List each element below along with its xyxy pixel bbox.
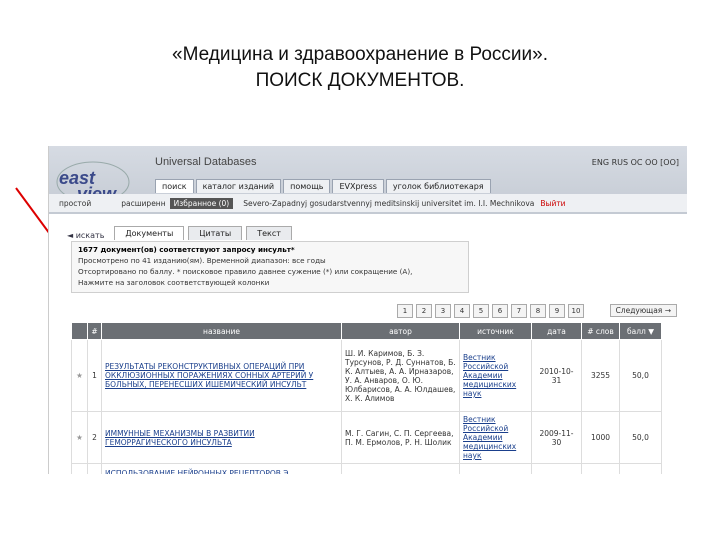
- column-header[interactable]: балл ▼: [619, 322, 662, 340]
- nav-tab[interactable]: поиск: [155, 179, 194, 193]
- nav-tab[interactable]: EVXpress: [332, 179, 384, 193]
- app-screenshot: east view Universal Databases ENG RUS ОС…: [48, 146, 687, 474]
- page-number-button[interactable]: 3: [435, 304, 451, 318]
- page-number-button[interactable]: 6: [492, 304, 508, 318]
- app-header: east view Universal Databases ENG RUS ОС…: [49, 146, 687, 214]
- document-title-link[interactable]: ИСПОЛЬЗОВАНИЕ НЕЙРОННЫХ РЕЦЕПТОРОВ Э: [101, 463, 342, 474]
- column-header[interactable]: дата: [531, 322, 582, 340]
- language-switcher[interactable]: ENG RUS ОС ОО [ОО]: [592, 158, 679, 167]
- sub-toolbar: простой расширенн Избранное (0) Severo-Z…: [49, 194, 687, 212]
- organization-name: Severo-Zapadnyj gosudarstvennyj meditsin…: [243, 198, 535, 208]
- page-number-button[interactable]: 4: [454, 304, 470, 318]
- page-number-button[interactable]: 8: [530, 304, 546, 318]
- page-number-button[interactable]: 7: [511, 304, 527, 318]
- tab-documents[interactable]: Документы: [114, 226, 185, 240]
- score-cell: 50,0: [619, 411, 662, 464]
- source-link[interactable]: Вестник Российской Академии медицинских …: [459, 411, 532, 464]
- document-title-link[interactable]: ИММУННЫЕ МЕХАНИЗМЫ В РАЗВИТИИ ГЕМОРРАГИЧ…: [101, 411, 342, 464]
- exit-link[interactable]: Выйти: [540, 199, 565, 208]
- star-icon[interactable]: ★: [71, 411, 88, 464]
- score-cell: 50,0: [619, 339, 662, 412]
- results-summary: 1677 документ(ов) соответствуют запросу …: [71, 241, 469, 293]
- column-header[interactable]: автор: [341, 322, 460, 340]
- back-to-search-link[interactable]: ◄ искать: [67, 231, 104, 240]
- tab-citations[interactable]: Цитаты: [188, 226, 243, 240]
- row-number: [87, 463, 102, 474]
- date-cell: 2009-11-30: [531, 411, 582, 464]
- results-count: 1677 документ(ов) соответствуют запросу …: [78, 245, 295, 254]
- column-header[interactable]: источник: [459, 322, 532, 340]
- word-count-cell: [581, 463, 620, 474]
- next-page-button[interactable]: Следующая →: [609, 304, 677, 317]
- table-row: ★ 2 ИММУННЫЕ МЕХАНИЗМЫ В РАЗВИТИИ ГЕМОРРАГ…: [71, 411, 662, 464]
- nav-tab[interactable]: каталог изданий: [195, 179, 282, 193]
- row-number: 2: [87, 411, 102, 464]
- nav-tab[interactable]: уголок библиотекаря: [385, 179, 491, 193]
- page-number-button[interactable]: 5: [473, 304, 489, 318]
- score-cell: [619, 463, 662, 474]
- nav-tab[interactable]: помощь: [283, 179, 331, 193]
- main-nav: поиск каталог изданий помощь EVXpress уголок…: [155, 179, 491, 193]
- pagination: 1 2 3 4 5 6 7 8 9 10: [397, 304, 584, 318]
- row-number: 1: [87, 339, 102, 412]
- simple-search-link[interactable]: простой: [59, 199, 91, 208]
- favorites-button[interactable]: Избранное (0): [169, 197, 234, 209]
- results-hint: Нажмите на заголовок соответствующей кол…: [78, 278, 270, 287]
- table-row: ★ 1 РЕЗУЛЬТАТЫ РЕКОНСТРУКТИВНЫХ ОПЕРАЦИЙ П…: [71, 339, 662, 412]
- tab-text[interactable]: Текст: [246, 226, 292, 240]
- page-number-button[interactable]: 2: [416, 304, 432, 318]
- results-sort-note: Отсортировано по баллу. * поисковое прав…: [78, 267, 413, 276]
- star-icon[interactable]: ★: [71, 339, 88, 412]
- date-cell: 2010-10-31: [531, 339, 582, 412]
- word-count-cell: 1000: [581, 411, 620, 464]
- column-header[interactable]: [71, 322, 88, 340]
- page-number-button[interactable]: 10: [568, 304, 584, 318]
- table-row: ИСПОЛЬЗОВАНИЕ НЕЙРОННЫХ РЕЦЕПТОРОВ Э: [71, 463, 662, 474]
- column-header[interactable]: # слов: [581, 322, 620, 340]
- page-number-button[interactable]: 1: [397, 304, 413, 318]
- results-table: # название автор источник дата # слов балл ▼ ★…: [71, 322, 662, 474]
- author-cell: Ш. И. Каримов, Б. З. Турсунов, Р. Д. Сун…: [341, 339, 460, 412]
- document-title-link[interactable]: РЕЗУЛЬТАТЫ РЕКОНСТРУКТИВНЫХ ОПЕРАЦИЙ ПРИ…: [101, 339, 342, 412]
- author-cell: М. Г. Сагин, С. П. Сергеева, П. М. Ермол…: [341, 411, 460, 464]
- author-cell: [341, 463, 460, 474]
- results-scope: Просмотрено по 41 изданию(ям). Временной…: [78, 256, 326, 265]
- results-tabs: ◄ искать Документы Цитаты Текст: [67, 226, 292, 240]
- app-brand: Universal Databases: [155, 156, 257, 168]
- column-header[interactable]: название: [101, 322, 342, 340]
- page-number-button[interactable]: 9: [549, 304, 565, 318]
- date-cell: [531, 463, 582, 474]
- source-link[interactable]: [459, 463, 532, 474]
- source-link[interactable]: Вестник Российской Академии медицинских …: [459, 339, 532, 412]
- column-header[interactable]: #: [87, 322, 102, 340]
- star-icon[interactable]: [71, 463, 88, 474]
- word-count-cell: 3255: [581, 339, 620, 412]
- extended-search-link[interactable]: расширенн: [121, 199, 165, 208]
